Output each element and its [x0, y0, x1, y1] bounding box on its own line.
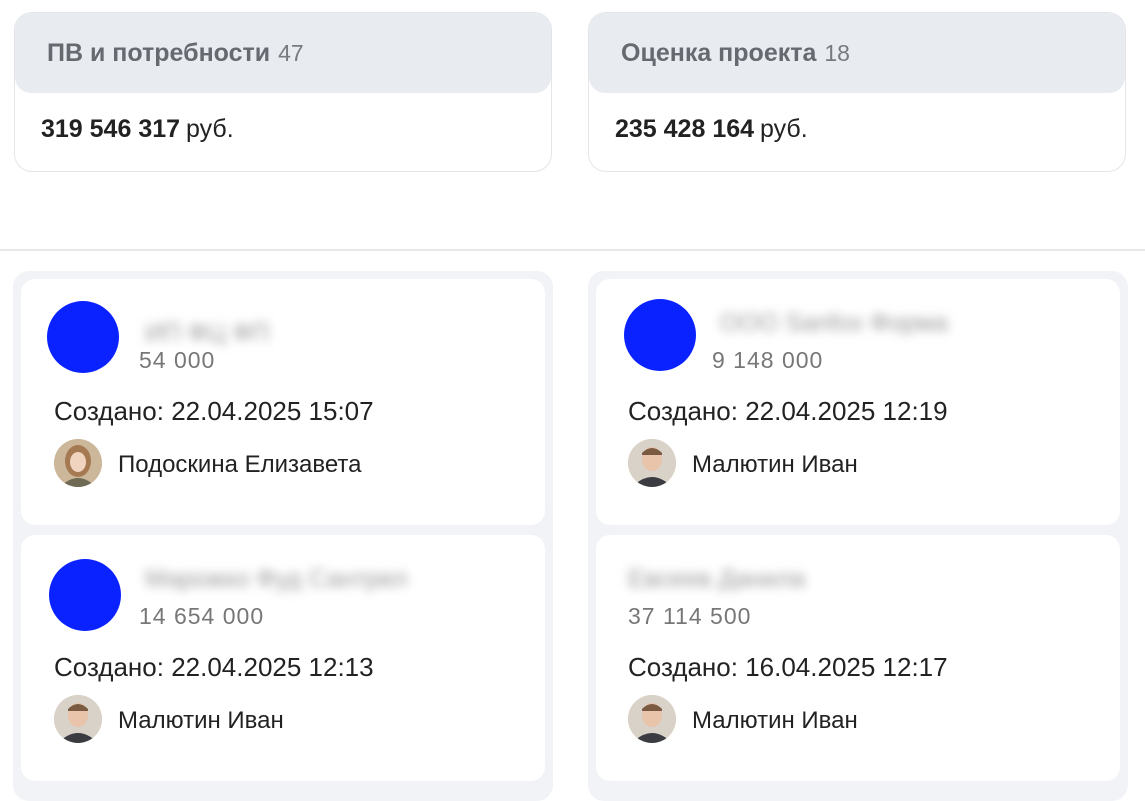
divider: [0, 249, 1145, 251]
deal-card[interactable]: ИП ФЦ ФП 54 000 Создано: 22.04.2025 15:0…: [21, 279, 545, 525]
deal-amount: 9 148 000: [712, 347, 824, 373]
stage-title: Оценка проекта: [621, 38, 817, 67]
deal-company-name: Марожко Фуд Сантрел: [145, 565, 408, 593]
stage-sum: 235 428 164 руб.: [589, 93, 1125, 144]
company-avatar: [624, 299, 696, 371]
deal-company-name: ООО Sanfox Форма: [720, 309, 948, 337]
stage-currency: руб.: [186, 115, 234, 143]
stage-header: Оценка проекта 18: [589, 13, 1125, 93]
owner-avatar: [54, 695, 102, 743]
stage-sum: 319 546 317 руб.: [15, 93, 551, 144]
deal-amount: 54 000: [139, 347, 216, 373]
deal-created: Создано: 22.04.2025 12:13: [54, 652, 374, 682]
deal-card[interactable]: Евсеев Данила 37 114 500 Создано: 16.04.…: [596, 535, 1120, 781]
deal-created: Создано: 16.04.2025 12:17: [628, 652, 948, 682]
deal-created: Создано: 22.04.2025 12:19: [628, 396, 948, 426]
stage-count: 18: [824, 39, 850, 66]
deal-amount: 37 114 500: [628, 603, 752, 629]
owner-avatar: [628, 439, 676, 487]
owner-name: Малютин Иван: [118, 707, 284, 734]
company-avatar: [49, 559, 121, 631]
stage-card-pv[interactable]: ПВ и потребности 47 319 546 317 руб.: [14, 12, 552, 172]
deal-card[interactable]: ООО Sanfox Форма 9 148 000 Создано: 22.0…: [596, 279, 1120, 525]
owner-name: Малютин Иван: [692, 707, 858, 734]
stage-title: ПВ и потребности: [47, 38, 271, 67]
owner-name: Малютин Иван: [692, 451, 858, 478]
stage-sum-value: 235 428 164: [615, 115, 755, 143]
deal-created: Создано: 22.04.2025 15:07: [54, 396, 374, 426]
deal-amount: 14 654 000: [139, 603, 265, 629]
kanban-column-pv: ИП ФЦ ФП 54 000 Создано: 22.04.2025 15:0…: [13, 271, 553, 801]
stage-count: 47: [278, 39, 304, 66]
stage-header: ПВ и потребности 47: [15, 13, 551, 93]
stage-card-estimate[interactable]: Оценка проекта 18 235 428 164 руб.: [588, 12, 1126, 172]
deal-company-name: Евсеев Данила: [628, 565, 806, 593]
stage-currency: руб.: [760, 115, 808, 143]
deal-card[interactable]: Марожко Фуд Сантрел 14 654 000 Создано: …: [21, 535, 545, 781]
deal-company-name: ИП ФЦ ФП: [145, 319, 270, 347]
company-avatar: [47, 301, 119, 373]
kanban-column-estimate: ООО Sanfox Форма 9 148 000 Создано: 22.0…: [588, 271, 1128, 801]
owner-name: Подоскина Елизавета: [118, 451, 362, 478]
stage-sum-value: 319 546 317: [41, 115, 181, 143]
owner-avatar: [54, 439, 102, 487]
owner-avatar: [628, 695, 676, 743]
